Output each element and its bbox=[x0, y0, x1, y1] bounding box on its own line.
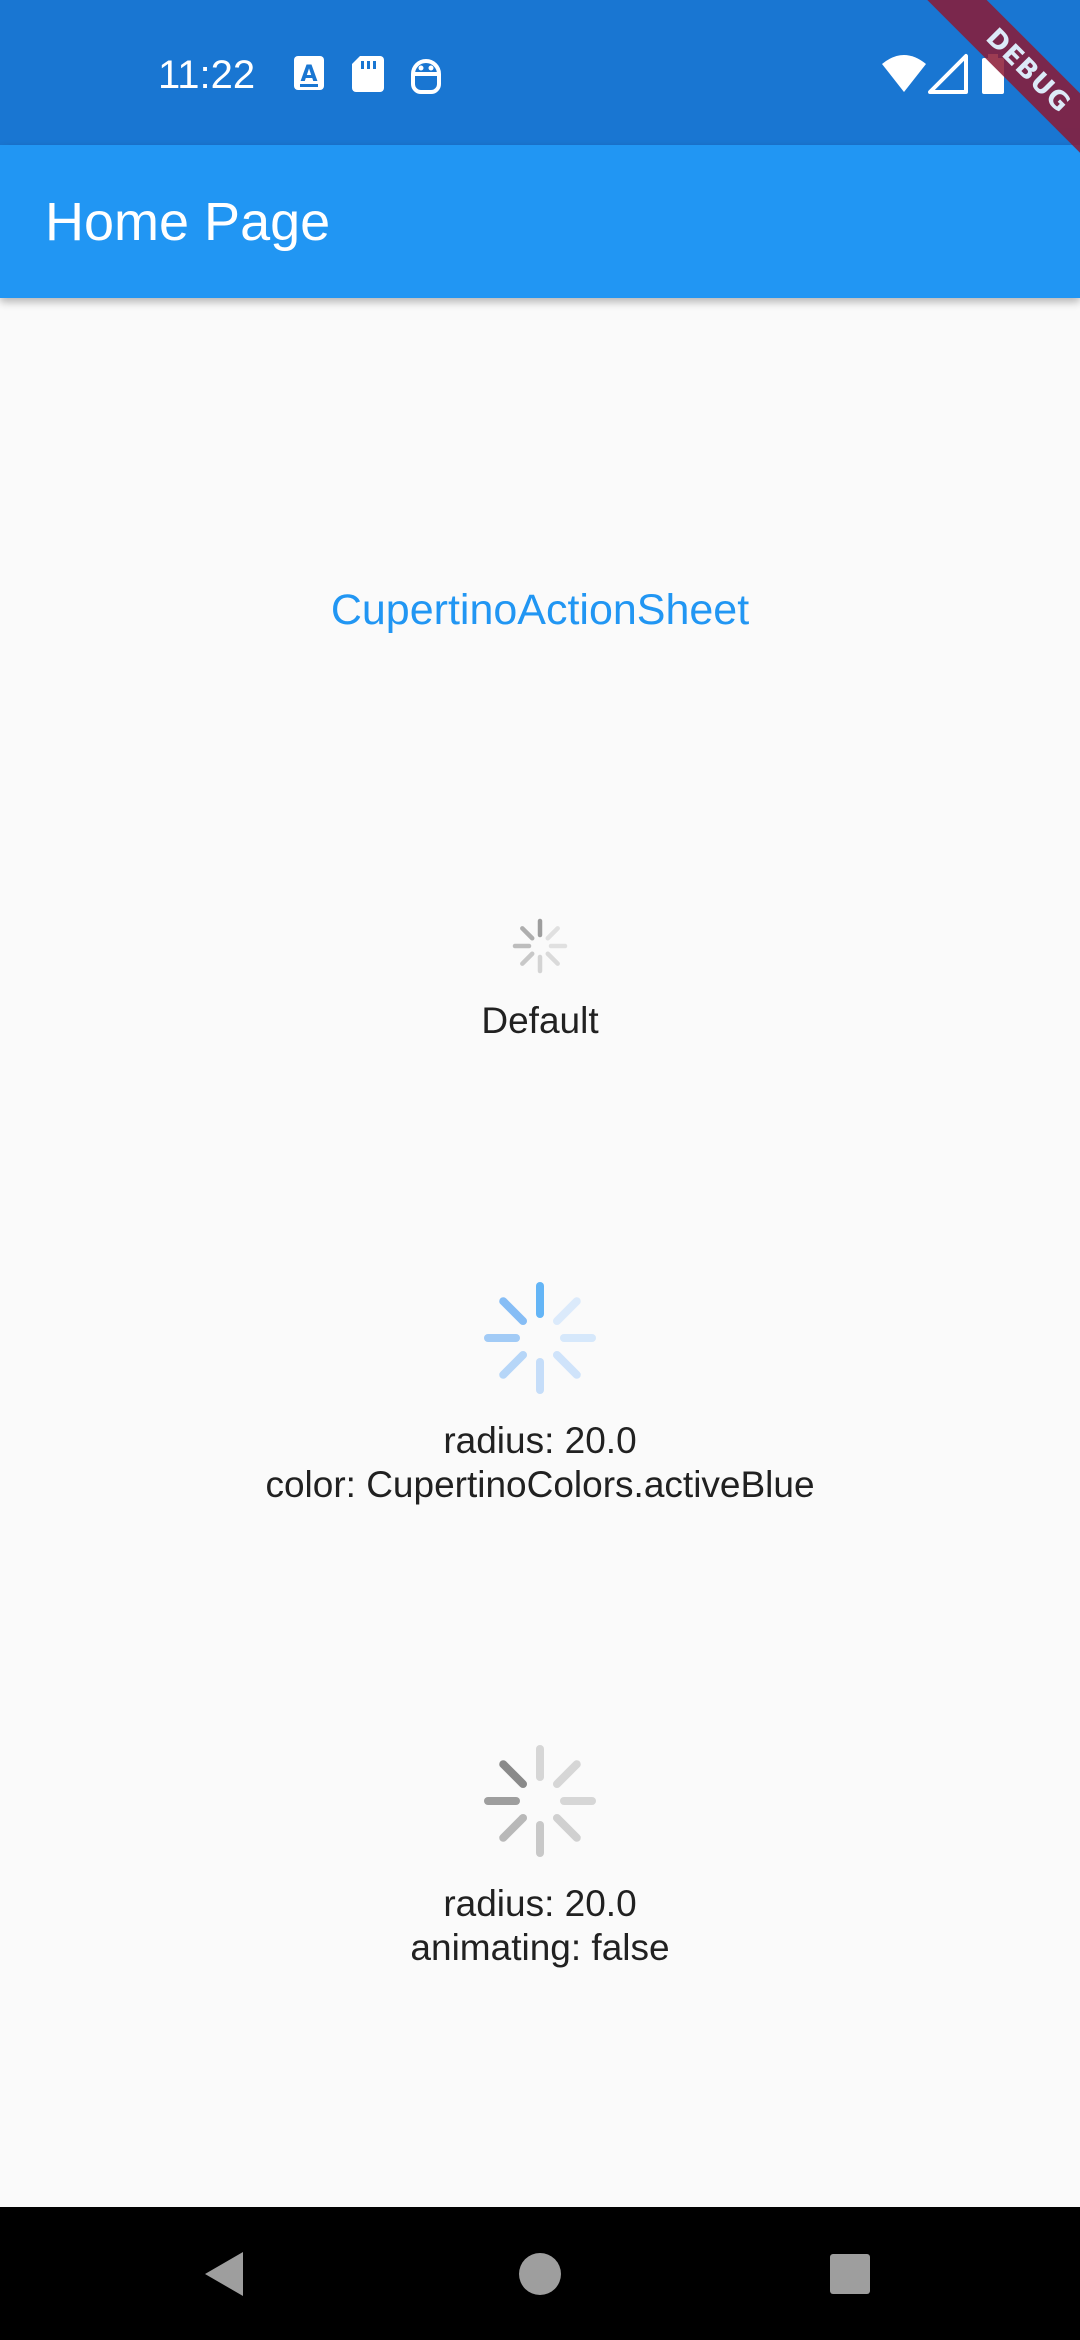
svg-text:A: A bbox=[300, 62, 317, 87]
robot-icon bbox=[404, 52, 448, 96]
debug-label: DEBUG bbox=[921, 0, 1080, 170]
indicator-caption-default: Default bbox=[0, 999, 1080, 1043]
activity-indicator-icon bbox=[484, 1282, 596, 1394]
status-time: 11:22 bbox=[158, 53, 256, 97]
caption-line: radius: 20.0 bbox=[443, 1883, 637, 1924]
activity-indicator-icon bbox=[484, 1745, 596, 1857]
indicator-caption-blue: radius: 20.0 color: CupertinoColors.acti… bbox=[0, 1419, 1080, 1507]
system-nav-bar bbox=[0, 2207, 1080, 2340]
caption-line: radius: 20.0 bbox=[443, 1420, 637, 1461]
activity-indicator-icon bbox=[512, 918, 568, 974]
caption-line: color: CupertinoColors.activeBlue bbox=[265, 1464, 815, 1505]
caption-line: Default bbox=[481, 1000, 599, 1041]
back-icon[interactable] bbox=[193, 2241, 259, 2307]
sd-card-icon bbox=[346, 52, 390, 96]
recents-icon[interactable] bbox=[817, 2241, 883, 2307]
debug-banner: DEBUG bbox=[910, 0, 1080, 170]
indicator-caption-static: radius: 20.0 animating: false bbox=[0, 1882, 1080, 1970]
caption-line: animating: false bbox=[410, 1927, 670, 1968]
home-icon[interactable] bbox=[507, 2241, 573, 2307]
cupertino-action-sheet-button[interactable]: CupertinoActionSheet bbox=[290, 570, 790, 650]
screen: 11:22 A DEBUG Home Page CupertinoActionS… bbox=[0, 0, 1080, 2340]
accessibility-a-icon: A bbox=[288, 52, 332, 96]
page-title: Home Page bbox=[45, 192, 331, 252]
